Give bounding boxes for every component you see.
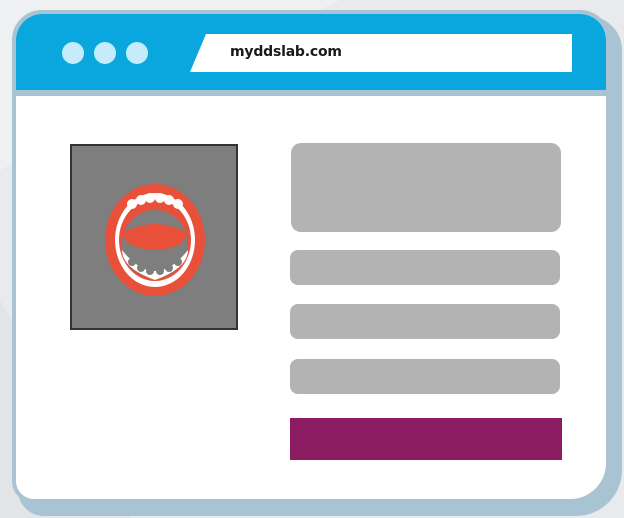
placeholder-line [290,250,560,285]
browser-title-bar: myddslab.com [16,14,606,96]
address-bar[interactable]: myddslab.com [190,34,572,72]
placeholder-line [290,359,560,394]
browser-window: myddslab.com [12,10,610,503]
window-dot-icon[interactable] [62,42,84,64]
action-button[interactable] [290,418,562,460]
window-dot-icon[interactable] [126,42,148,64]
content-image [70,144,238,330]
window-controls [62,42,148,64]
window-dot-icon[interactable] [94,42,116,64]
url-text: myddslab.com [230,44,342,60]
placeholder-line [290,304,560,339]
placeholder-block-large [291,143,561,232]
open-mouth-icon [105,184,205,296]
